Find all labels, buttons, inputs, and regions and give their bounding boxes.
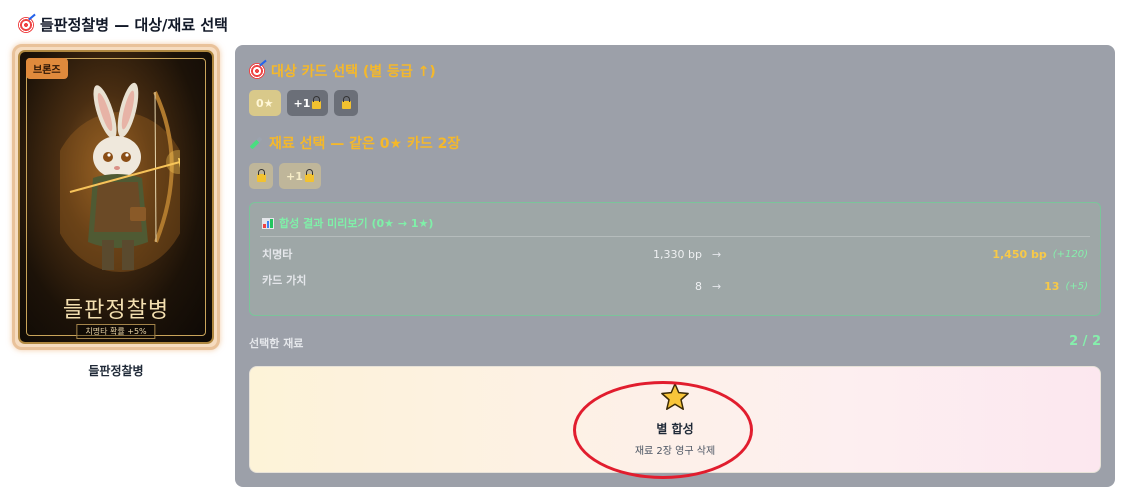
target-icon — [18, 16, 34, 33]
card-column: 브론즈 들판정찰병 치명타 확률 +5% 들판정찰병 — [12, 44, 220, 379]
lock-icon — [341, 95, 351, 109]
row-new-value: 13 (+5) — [1044, 280, 1088, 293]
synthesis-preview: 합성 결과 미리보기 (0★ → 1★) 치명타 1,330 bp → 1,45… — [249, 202, 1101, 316]
preview-title: 합성 결과 미리보기 (0★ → 1★) — [262, 215, 433, 231]
preview-row-crit: 치명타 1,330 bp → 1,450 bp (+120) — [262, 247, 1088, 262]
page-title-text: 들판정찰병 — 대상/재료 선택 — [40, 16, 228, 34]
card-caption: 들판정찰병 — [88, 364, 144, 378]
target-chip-row: 0★ +1 — [249, 90, 359, 116]
lock-icon — [256, 168, 266, 182]
lock-icon — [304, 168, 314, 182]
row-old-value: 8 — [695, 280, 702, 293]
row-delta: (+120) — [1052, 249, 1088, 260]
selected-materials-count: 2 / 2 — [1069, 334, 1101, 349]
material-section-title-text: 재료 선택 — 같은 0★ 카드 2장 — [269, 136, 461, 152]
row-old-value: 1,330 bp — [653, 248, 702, 261]
star-icon — [661, 383, 689, 410]
material-chip-locked[interactable] — [249, 163, 273, 189]
material-chip-row: +1 — [249, 163, 321, 189]
preview-row-value: 카드 가치 8 → 13 (+5) — [262, 273, 1088, 293]
bunny-archer-illustration — [60, 82, 180, 272]
arrow-icon: → — [712, 248, 722, 261]
material-chip-plus1[interactable]: +1 — [279, 163, 321, 189]
rarity-badge: 브론즈 — [26, 58, 68, 79]
test-tube-icon — [249, 136, 263, 150]
lock-icon — [312, 95, 322, 109]
target-section-title: 대상 카드 선택 (별 등급 ↑) — [249, 61, 436, 81]
chip-label: +1 — [293, 96, 311, 110]
material-section-title: 재료 선택 — 같은 0★ 카드 2장 — [249, 133, 460, 153]
target-icon — [249, 63, 265, 79]
target-chip-0star[interactable]: 0★ — [249, 90, 281, 116]
chip-label: +1 — [286, 169, 303, 183]
target-chip-locked[interactable] — [334, 90, 359, 116]
card-art-subtitle: 치명타 확률 +5% — [76, 324, 156, 339]
preview-title-text: 합성 결과 미리보기 (0★ → 1★) — [279, 217, 434, 230]
card-frame[interactable]: 브론즈 들판정찰병 치명타 확률 +5% — [12, 44, 220, 350]
target-section-title-text: 대상 카드 선택 (별 등급 ↑) — [271, 64, 436, 80]
selection-panel: 대상 카드 선택 (별 등급 ↑) 0★ +1 재료 선택 — 같은 0★ 카드… — [235, 45, 1115, 487]
card-art-name: 들판정찰병 — [62, 298, 170, 323]
row-label: 카드 가치 — [262, 274, 307, 287]
row-label: 치명타 — [262, 248, 293, 261]
synth-label: 별 합성 — [656, 422, 694, 436]
card-art: 브론즈 들판정찰병 치명타 확률 +5% — [18, 50, 214, 344]
row-delta: (+5) — [1065, 281, 1088, 292]
row-new-value: 1,450 bp (+120) — [992, 248, 1088, 261]
preview-divider — [260, 236, 1090, 237]
arrow-icon: → — [712, 280, 722, 293]
star-synthesis-button[interactable]: 별 합성 재료 2장 영구 삭제 — [249, 366, 1101, 473]
page-title: 들판정찰병 — 대상/재료 선택 — [18, 14, 228, 35]
target-chip-plus1[interactable]: +1 — [286, 90, 329, 116]
chip-label: 0★ — [256, 96, 274, 110]
bar-chart-icon — [262, 217, 274, 229]
selected-materials-label: 선택한 재료 — [249, 337, 304, 350]
row-new-text: 13 — [1044, 280, 1060, 293]
row-new-text: 1,450 bp — [992, 248, 1047, 261]
synth-sublabel: 재료 2장 영구 삭제 — [634, 446, 716, 457]
